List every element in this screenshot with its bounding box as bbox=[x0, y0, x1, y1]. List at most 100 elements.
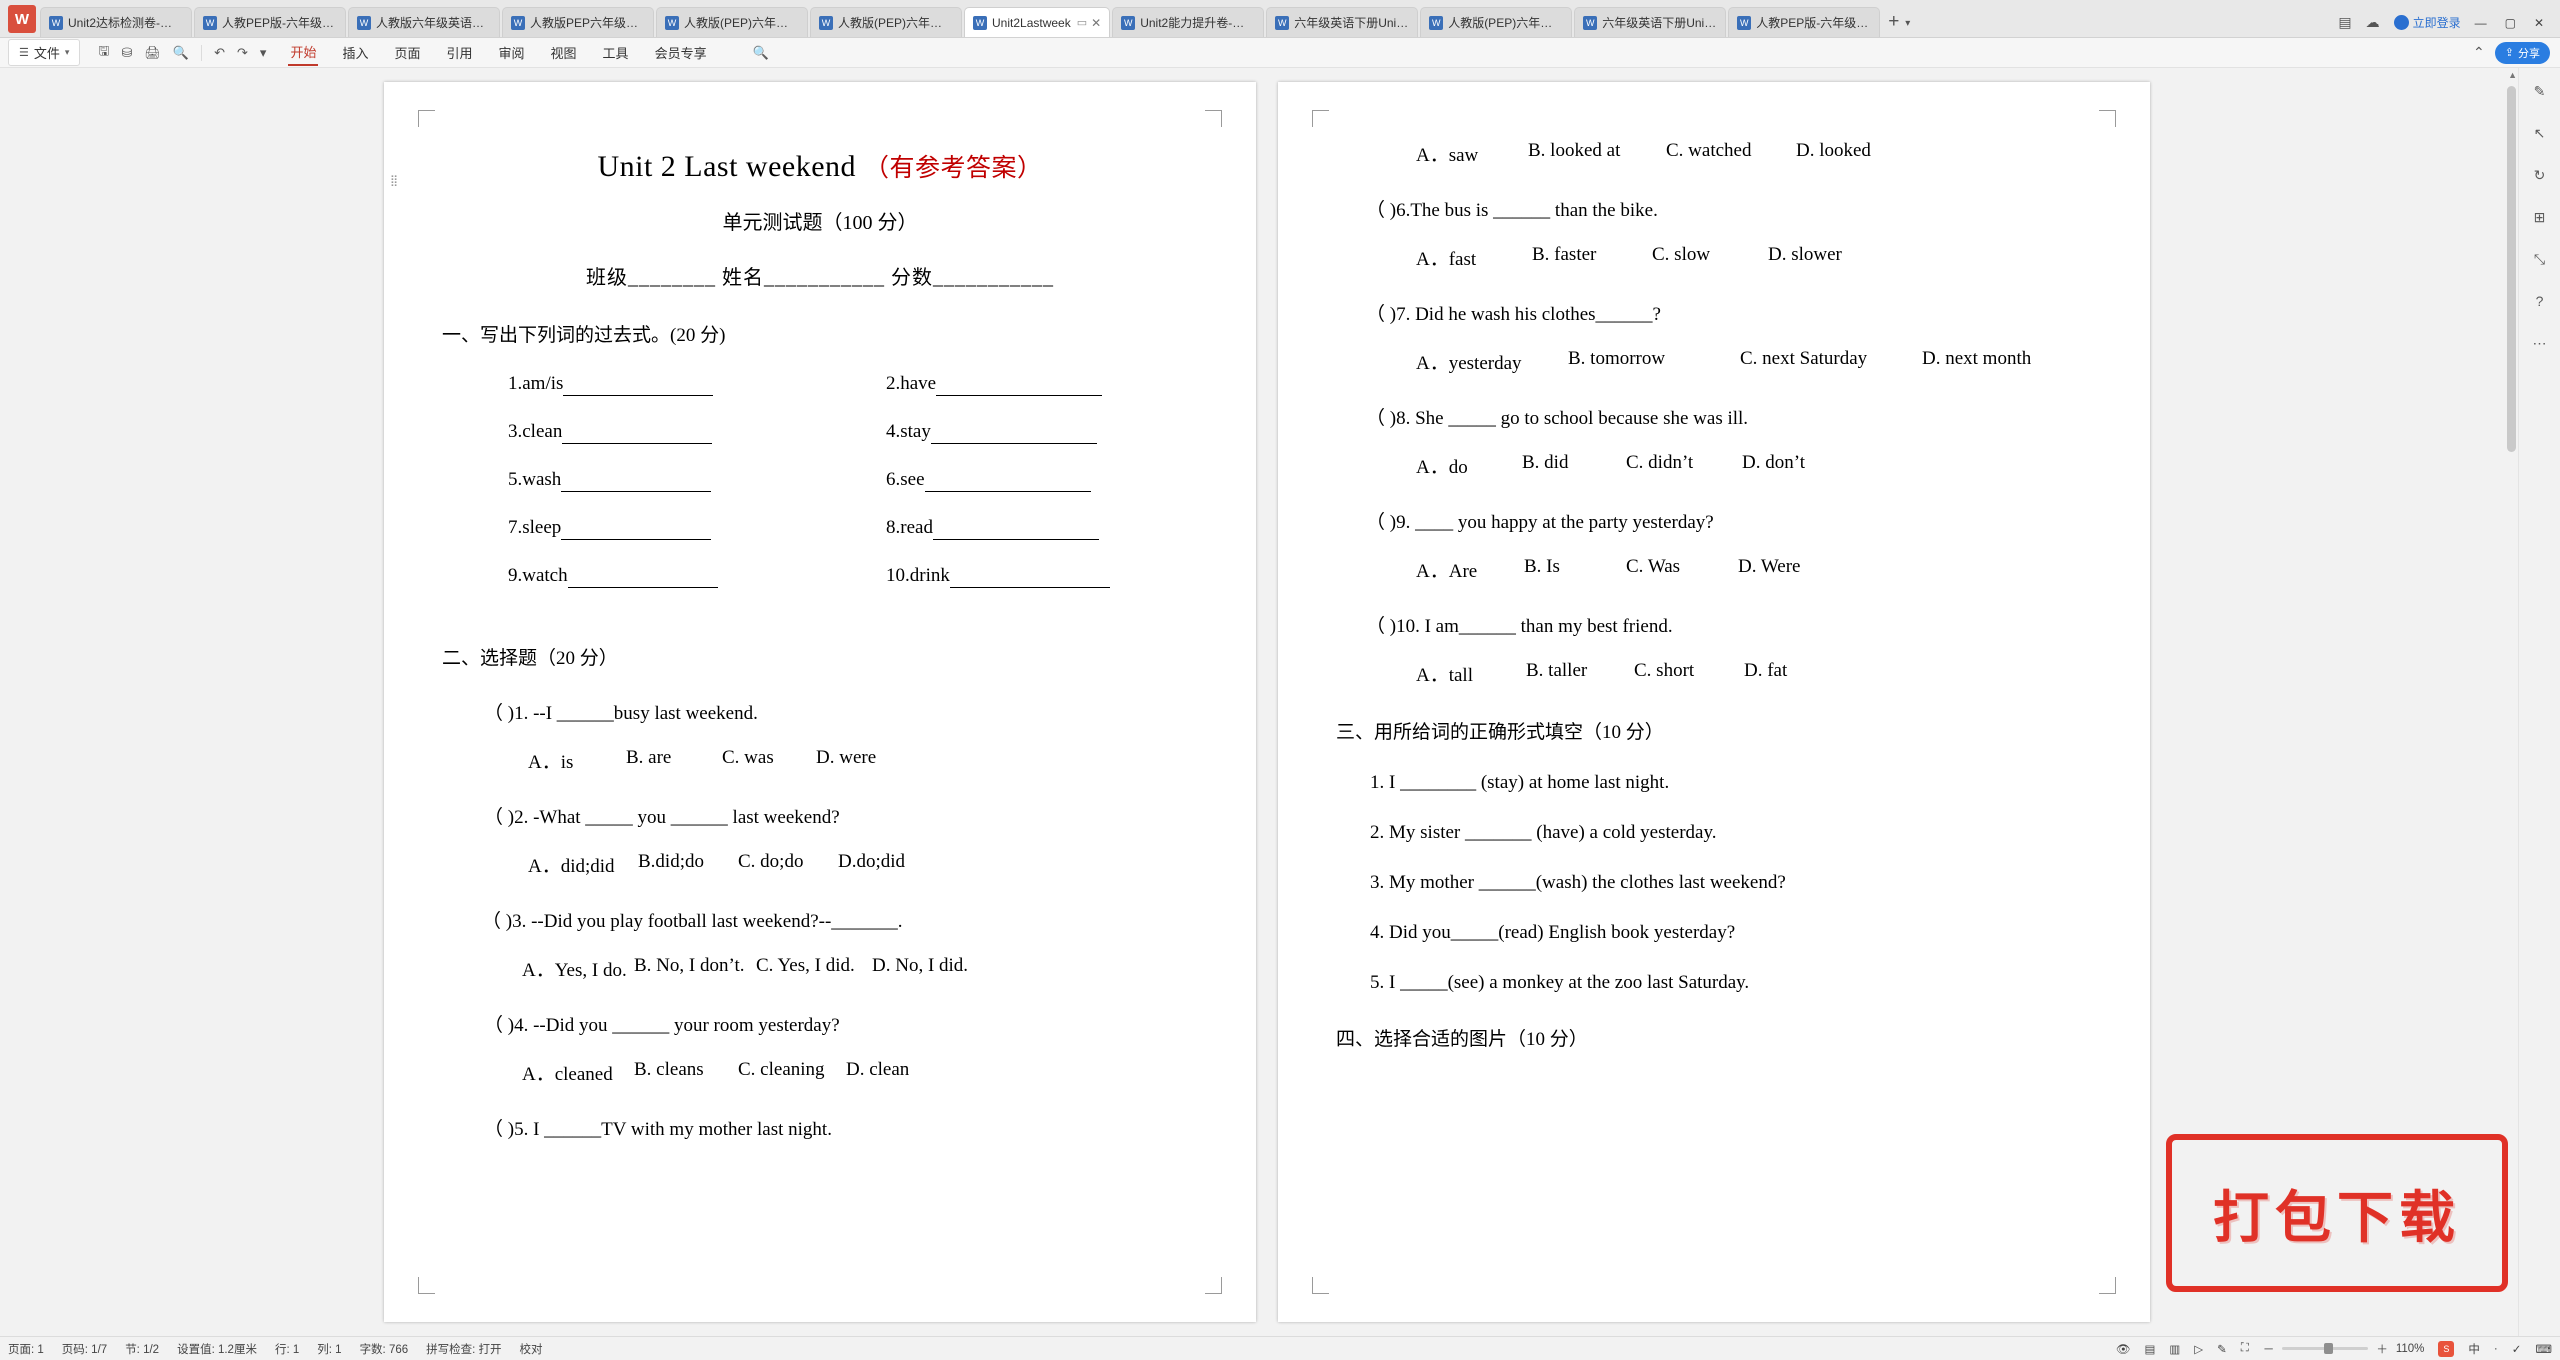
shrink-icon[interactable]: ⤡ bbox=[2527, 246, 2553, 272]
scroll-up-icon[interactable]: ▲ bbox=[2508, 70, 2517, 80]
cloud-save-icon[interactable]: ⛁ bbox=[122, 45, 133, 61]
status-word-count[interactable]: 字数: 766 bbox=[360, 1341, 409, 1357]
document-tab[interactable]: W Unit2达标检测卷-小学 bbox=[40, 7, 192, 37]
page-view-icon[interactable]: ▤ bbox=[2145, 1342, 2156, 1356]
ribbon-tab-insert[interactable]: 插入 bbox=[340, 41, 370, 65]
option[interactable]: B. No, I don’t. bbox=[634, 955, 756, 982]
crop-icon[interactable]: ⊞ bbox=[2527, 204, 2553, 230]
edit-icon[interactable]: ✎ bbox=[2217, 1342, 2227, 1356]
option[interactable]: C. do;do bbox=[738, 851, 838, 878]
answer-blank[interactable] bbox=[563, 373, 714, 396]
ime-indicator[interactable]: 中 bbox=[2468, 1341, 2480, 1357]
document-tab-active[interactable]: W Unit2Lastweek ▭ ✕ bbox=[964, 7, 1111, 37]
option[interactable]: C. next Saturday bbox=[1740, 348, 1922, 375]
option[interactable]: D. clean bbox=[846, 1059, 909, 1086]
option[interactable]: C. slow bbox=[1652, 244, 1768, 271]
print-icon[interactable]: 🖨 bbox=[144, 45, 161, 61]
print-preview-icon[interactable]: 🔍 bbox=[173, 45, 189, 61]
ime-dot-icon[interactable]: · bbox=[2494, 1343, 2498, 1355]
answer-blank[interactable] bbox=[561, 517, 712, 540]
option[interactable]: D. fat bbox=[1744, 660, 1787, 687]
redo-icon[interactable]: ↷ bbox=[237, 45, 248, 61]
undo-icon[interactable]: ↶ bbox=[214, 45, 225, 61]
ribbon-tab-member[interactable]: 会员专享 bbox=[653, 41, 709, 65]
option[interactable]: A．did;did bbox=[528, 851, 638, 878]
document-tab[interactable]: W 六年级英语下册Unit 2 bbox=[1266, 7, 1419, 37]
play-icon[interactable]: ▷ bbox=[2194, 1342, 2203, 1356]
document-tab[interactable]: W 人教PEP版-六年级英语 bbox=[194, 7, 346, 37]
option[interactable]: B. cleans bbox=[634, 1059, 738, 1086]
option[interactable]: D. next month bbox=[1922, 348, 2031, 375]
answer-blank[interactable] bbox=[930, 421, 1097, 444]
collapse-ribbon-icon[interactable]: ⌃ bbox=[2473, 44, 2485, 61]
zoom-control[interactable]: － ＋ 110% bbox=[2263, 1341, 2425, 1357]
web-view-icon[interactable]: ▥ bbox=[2169, 1342, 2180, 1356]
more-icon[interactable]: ⋯ bbox=[2527, 330, 2553, 356]
close-icon[interactable]: ✕ bbox=[2534, 16, 2544, 30]
zoom-out-button[interactable]: － bbox=[2263, 1341, 2275, 1357]
ribbon-tab-view[interactable]: 视图 bbox=[549, 41, 579, 65]
document-tab[interactable]: W 人教版六年级英语下册 bbox=[348, 7, 500, 37]
document-tab[interactable]: W Unit2能力提升卷-小学 bbox=[1112, 7, 1265, 37]
minimize-icon[interactable]: — bbox=[2475, 16, 2487, 30]
option[interactable]: C. cleaning bbox=[738, 1059, 846, 1086]
zoom-slider-knob[interactable] bbox=[2324, 1343, 2334, 1354]
document-tab[interactable]: W 人教版(PEP)六年级英语 bbox=[1420, 7, 1573, 37]
answer-blank[interactable] bbox=[936, 373, 1103, 396]
document-tab[interactable]: W 六年级英语下册Unit 2 bbox=[1574, 7, 1727, 37]
option[interactable]: A．do bbox=[1416, 452, 1522, 479]
option[interactable]: C. short bbox=[1634, 660, 1744, 687]
document-scroll-area[interactable]: ⣿ Unit 2 Last weekend （有参考答案） 单元测试题（100 … bbox=[16, 68, 2518, 1336]
ribbon-tab-page[interactable]: 页面 bbox=[392, 41, 422, 65]
status-badge[interactable]: S bbox=[2438, 1340, 2455, 1357]
option[interactable]: D. looked bbox=[1796, 140, 1871, 167]
answer-blank[interactable] bbox=[562, 421, 713, 444]
answer-blank[interactable] bbox=[932, 517, 1099, 540]
rotate-icon[interactable]: ↻ bbox=[2527, 162, 2553, 188]
zoom-level-label[interactable]: 110% bbox=[2396, 1343, 2425, 1355]
option[interactable]: B. Is bbox=[1524, 556, 1626, 583]
option[interactable]: D. Were bbox=[1738, 556, 1800, 583]
option[interactable]: B. looked at bbox=[1528, 140, 1666, 167]
option[interactable]: D. No, I did. bbox=[872, 955, 968, 982]
pen-icon[interactable]: ✎ bbox=[2527, 78, 2553, 104]
grid-icon[interactable]: ▤ bbox=[2338, 14, 2351, 31]
tab-list-icon[interactable]: ▾ bbox=[1905, 18, 1910, 29]
login-button[interactable]: 立即登录 bbox=[2393, 14, 2461, 31]
option[interactable]: B. taller bbox=[1526, 660, 1634, 687]
help-icon[interactable]: ? bbox=[2527, 288, 2553, 314]
document-tab[interactable]: W 人教PEP版-六年级英语 bbox=[1728, 7, 1881, 37]
option[interactable]: B. are bbox=[626, 747, 722, 774]
eye-icon[interactable]: 👁 bbox=[2116, 1342, 2131, 1356]
option[interactable]: D. don’t bbox=[1742, 452, 1805, 479]
save-icon[interactable]: 🖫 bbox=[98, 42, 109, 64]
option[interactable]: A．Yes, I do. bbox=[522, 955, 634, 982]
chevron-down-icon[interactable]: ▾ bbox=[260, 45, 267, 61]
ribbon-tab-home[interactable]: 开始 bbox=[288, 40, 319, 66]
option[interactable]: C. Yes, I did. bbox=[756, 955, 872, 982]
option[interactable]: A．fast bbox=[1416, 244, 1532, 271]
share-button[interactable]: ⇪ 分享 bbox=[2494, 41, 2550, 64]
option[interactable]: C. didn’t bbox=[1626, 452, 1742, 479]
option[interactable]: A．Are bbox=[1416, 556, 1524, 583]
option[interactable]: C. Was bbox=[1626, 556, 1738, 583]
pin-icon[interactable]: ▭ bbox=[1077, 16, 1087, 29]
status-proof[interactable]: 校对 bbox=[520, 1341, 543, 1357]
zoom-slider[interactable] bbox=[2282, 1343, 2369, 1354]
vertical-scrollbar-thumb[interactable] bbox=[2507, 86, 2516, 452]
option[interactable]: A．tall bbox=[1416, 660, 1526, 687]
document-tab[interactable]: W 人教版(PEP)六年级英语 bbox=[810, 7, 962, 37]
option[interactable]: A．saw bbox=[1416, 140, 1528, 167]
answer-blank[interactable] bbox=[949, 565, 1110, 588]
file-menu-button[interactable]: ☰ 文件 ▾ bbox=[8, 39, 81, 66]
option[interactable]: D. were bbox=[816, 747, 876, 774]
ribbon-tab-tools[interactable]: 工具 bbox=[601, 41, 631, 65]
close-icon[interactable]: ✕ bbox=[1091, 16, 1101, 30]
answer-blank[interactable] bbox=[561, 469, 712, 492]
answer-blank[interactable] bbox=[924, 469, 1091, 492]
ribbon-tab-review[interactable]: 审阅 bbox=[497, 41, 527, 65]
paragraph-handle-icon[interactable]: ⣿ bbox=[390, 176, 399, 187]
option[interactable]: D. slower bbox=[1768, 244, 1842, 271]
cursor-icon[interactable]: ↖ bbox=[2527, 120, 2553, 146]
document-tab[interactable]: W 人教版PEP六年级英语 bbox=[502, 7, 654, 37]
